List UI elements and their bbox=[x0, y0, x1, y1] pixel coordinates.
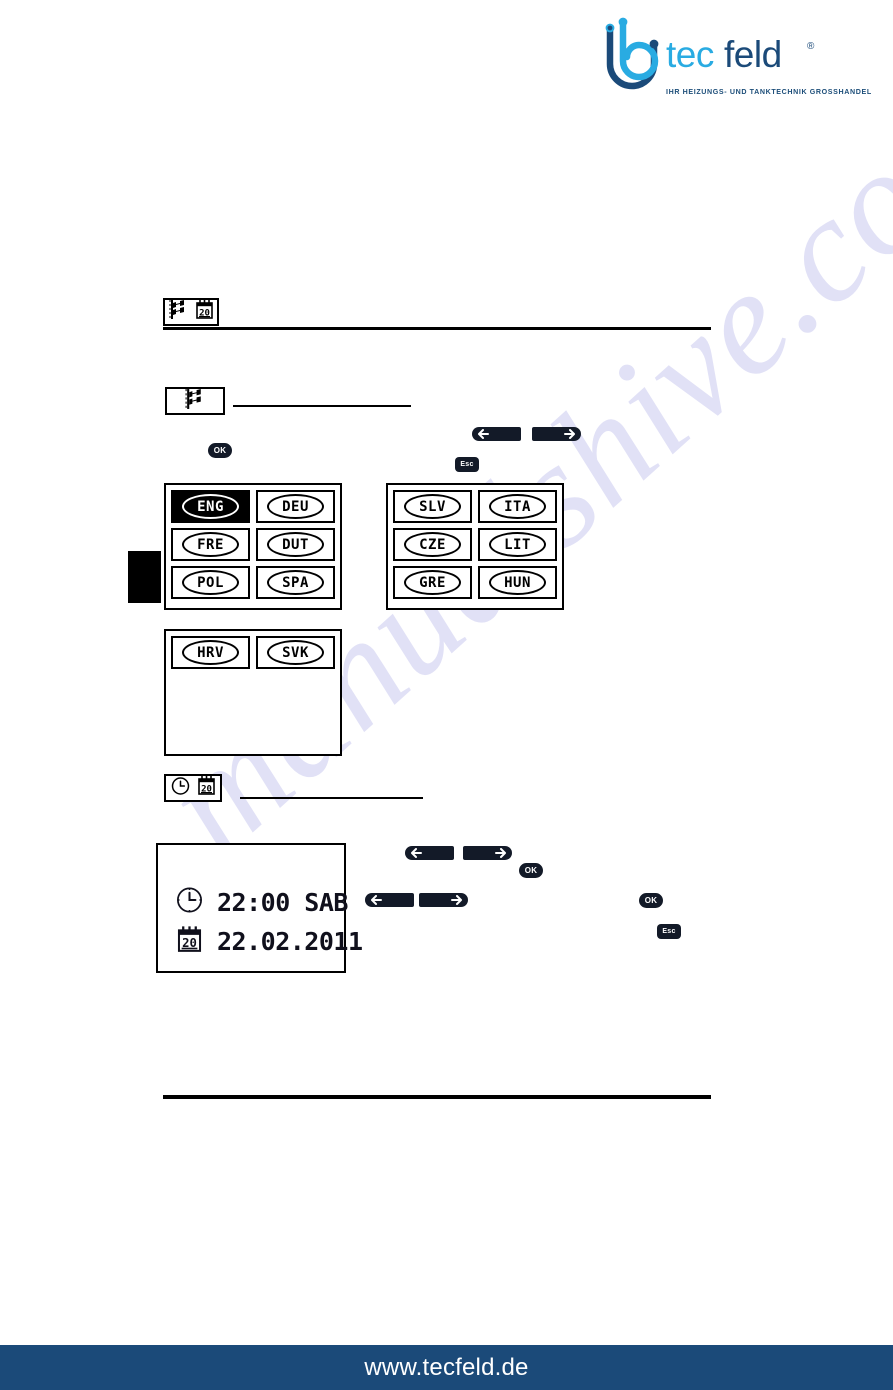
time-row: 22:00 SAB bbox=[176, 886, 348, 919]
language-code-label: CZE bbox=[404, 532, 461, 557]
clock-icon bbox=[176, 886, 203, 919]
language-code-label: POL bbox=[182, 570, 239, 595]
arrow-right-icon bbox=[564, 429, 576, 439]
language-code-label: SPA bbox=[267, 570, 324, 595]
language-cell-spa[interactable]: SPA bbox=[256, 566, 335, 599]
language-code-label: LIT bbox=[489, 532, 546, 557]
language-cell-hun[interactable]: HUN bbox=[478, 566, 557, 599]
language-cell-ita[interactable]: ITA bbox=[478, 490, 557, 523]
language-cell-svk[interactable]: SVK bbox=[256, 636, 335, 669]
heading-icon-box-language-and-date: 20 bbox=[163, 298, 219, 326]
calendar-20-icon: 20 bbox=[176, 925, 203, 958]
footer-url-label[interactable]: www.tecfeld.de bbox=[364, 1354, 528, 1382]
calendar-20-icon: 20 bbox=[197, 775, 216, 801]
arrow-right-button[interactable] bbox=[463, 846, 512, 860]
time-value: 22:00 SAB bbox=[217, 888, 348, 917]
date-row: 20 22.02.2011 bbox=[176, 925, 363, 958]
esc-button[interactable]: Esc bbox=[657, 924, 681, 939]
brand-wordmark: tec feld ® bbox=[666, 34, 852, 76]
calendar-20-icon: 20 bbox=[195, 299, 214, 325]
brand-logo: tec feld ® IHR HEIZUNGS- UND TANKTECHNIK… bbox=[596, 14, 872, 104]
section-rule-1 bbox=[163, 327, 711, 330]
arrow-right-icon bbox=[495, 848, 507, 858]
language-cell-lit[interactable]: LIT bbox=[478, 528, 557, 561]
ok-button[interactable]: OK bbox=[639, 893, 663, 908]
page-footer: www.tecfeld.de bbox=[0, 1345, 893, 1390]
language-code-label: GRE bbox=[404, 570, 461, 595]
watermark-text: manualshive.com bbox=[132, 42, 893, 886]
arrow-left-icon bbox=[410, 848, 422, 858]
language-panel-page-3[interactable]: HRV SVK bbox=[164, 629, 342, 756]
language-code-label: HRV bbox=[182, 640, 239, 665]
arrow-left-icon bbox=[477, 429, 489, 439]
language-cell-hrv[interactable]: HRV bbox=[171, 636, 250, 669]
section-rule-3 bbox=[240, 797, 423, 799]
svg-text:feld: feld bbox=[724, 36, 782, 75]
arrow-left-icon bbox=[370, 895, 382, 905]
language-grid: HRV SVK bbox=[171, 636, 335, 669]
language-cell-eng[interactable]: ENG bbox=[171, 490, 250, 523]
language-code-label: ENG bbox=[182, 494, 239, 519]
language-grid: SLV ITA CZE LIT GRE HUN bbox=[393, 490, 557, 599]
heading-icon-box-language bbox=[165, 387, 225, 415]
ok-button[interactable]: OK bbox=[208, 443, 232, 458]
language-cell-cze[interactable]: CZE bbox=[393, 528, 472, 561]
flag-icon bbox=[169, 299, 188, 325]
arrow-right-button[interactable] bbox=[419, 893, 468, 907]
clock-icon bbox=[171, 776, 190, 801]
flag-icon bbox=[185, 388, 205, 415]
language-code-label: HUN bbox=[489, 570, 546, 595]
datetime-display-panel: 22:00 SAB 20 22.02.2011 bbox=[156, 843, 363, 973]
svg-text:tec: tec bbox=[666, 36, 714, 75]
arrow-right-icon bbox=[451, 895, 463, 905]
esc-button[interactable]: Esc bbox=[455, 457, 479, 472]
ok-button[interactable]: OK bbox=[519, 863, 543, 878]
section-rule-2 bbox=[233, 405, 411, 407]
language-code-label: ITA bbox=[489, 494, 546, 519]
date-value: 22.02.2011 bbox=[217, 927, 363, 956]
arrow-left-button[interactable] bbox=[365, 893, 414, 907]
language-code-label: DEU bbox=[267, 494, 324, 519]
section-rule-bottom bbox=[163, 1095, 711, 1099]
arrow-left-button[interactable] bbox=[405, 846, 454, 860]
arrow-right-button[interactable] bbox=[532, 427, 581, 441]
language-cell-slv[interactable]: SLV bbox=[393, 490, 472, 523]
language-cell-pol[interactable]: POL bbox=[171, 566, 250, 599]
svg-text:®: ® bbox=[807, 41, 815, 52]
language-cell-dut[interactable]: DUT bbox=[256, 528, 335, 561]
language-cell-gre[interactable]: GRE bbox=[393, 566, 472, 599]
page-side-tab-marker bbox=[128, 551, 161, 603]
language-cell-deu[interactable]: DEU bbox=[256, 490, 335, 523]
language-cell-fre[interactable]: FRE bbox=[171, 528, 250, 561]
language-panel-page-2[interactable]: SLV ITA CZE LIT GRE HUN bbox=[386, 483, 564, 610]
arrow-left-button[interactable] bbox=[472, 427, 521, 441]
heading-icon-box-datetime: 20 bbox=[164, 774, 222, 802]
brand-tagline: IHR HEIZUNGS- UND TANKTECHNIK GROSSHANDE… bbox=[666, 88, 872, 96]
language-panel-page-1[interactable]: ENG DEU FRE DUT POL SPA bbox=[164, 483, 342, 610]
tecfeld-b-loop-logo-icon bbox=[596, 14, 668, 94]
page-watermark: manualshive.com bbox=[0, 0, 893, 1390]
language-code-label: SVK bbox=[267, 640, 324, 665]
language-code-label: FRE bbox=[182, 532, 239, 557]
language-code-label: DUT bbox=[267, 532, 324, 557]
language-code-label: SLV bbox=[404, 494, 461, 519]
language-grid: ENG DEU FRE DUT POL SPA bbox=[171, 490, 335, 599]
